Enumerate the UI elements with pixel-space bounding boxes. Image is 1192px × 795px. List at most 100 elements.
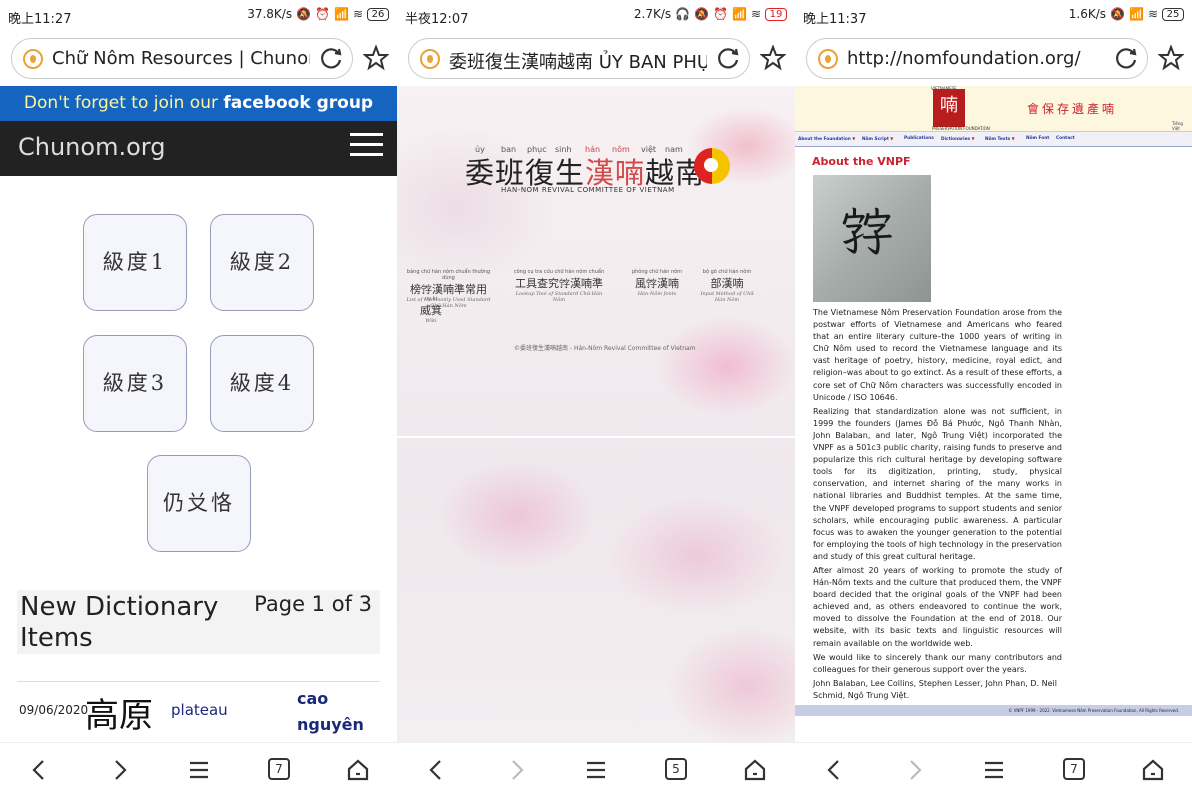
link-input-method[interactable]: bộ gõ chữ hán nôm 部𡓁𡨸漢喃 Input Method of … [695,269,759,303]
link-ruby: bảng chữ hán nôm chuẩn thường dùng [401,269,496,281]
site-nav: About the Foundation Nôm Script Publicat… [795,131,1192,147]
signal-icon: 📶 [732,7,747,21]
facebook-banner[interactable]: Don't forget to join our facebook group [0,86,397,121]
page-footer: ©委班復生漢喃越南 - Hán-Nôm Revival Committee of… [514,343,696,352]
mute-icon: 🔕 [1110,7,1125,21]
site-shield-icon[interactable] [420,49,440,69]
nav-nom-font[interactable]: Nôm Font [1026,136,1049,141]
page-title: About the VNPF [812,155,911,168]
link-han[interactable]: 榜𡨸漢喃準常用 [410,283,487,296]
home-icon[interactable] [742,757,768,783]
site-shield-icon[interactable] [818,49,838,69]
site-footer: © VNPF 1999 - 2022. Vietnamese Nôm Prese… [795,705,1192,716]
tab-count-icon[interactable]: 7 [1063,758,1085,780]
forward-icon[interactable] [106,757,132,783]
language-link[interactable]: Tiếng Việt [1172,121,1192,131]
reload-icon[interactable] [715,46,741,72]
address-bar[interactable]: http://nomfoundation.org/ [806,38,1148,79]
status-bar: 半夜12:07 2.7K/s 🎧 🔕 ⏰ 📶 ≋ 19 [397,0,795,30]
level-2-button[interactable]: 級度2 [210,214,314,311]
wifi-icon: ≋ [1148,7,1158,21]
menu-list-icon[interactable] [186,757,212,783]
bookmark-star-icon[interactable] [1158,45,1184,71]
nav-nom-texts[interactable]: Nôm Texts [985,136,1015,142]
home-icon[interactable] [345,757,371,783]
table-row[interactable]: 09/06/2020 高原 plateau cao nguyên [17,681,380,741]
network-speed: 1.6K/s [1069,7,1106,21]
menu-list-icon[interactable] [981,757,1007,783]
nav-nom-script[interactable]: Nôm Script [862,136,893,142]
battery-icon: 19 [765,8,787,21]
link-ruby: công cụ tra cứu chữ hán nôm chuẩn [509,269,609,275]
address-bar[interactable]: Chữ Nôm Resources | Chunom R [11,38,353,79]
status-time: 半夜12:07 [405,8,468,27]
link-lookup-tool[interactable]: công cụ tra cứu chữ hán nôm chuẩn 工具查究𡨸漢… [509,269,609,303]
link-han[interactable]: 工具查究𡨸漢喃準 [515,277,603,290]
status-time: 晚上11:27 [8,8,71,27]
link-en: Lookup Tool of Standard Chữ Hán Nôm [509,291,609,303]
network-speed: 37.8K/s [247,7,292,21]
link-han[interactable]: 風𡨸漢喃 [635,277,679,290]
alarm-icon: ⏰ [713,7,728,21]
nav-publications[interactable]: Publications [904,136,934,141]
link-han[interactable]: 部𡓁𡨸漢喃 [711,277,744,290]
vnpf-logo[interactable]: 喃 [933,89,965,127]
browser-nav: 7 [0,742,397,795]
menu-list-icon[interactable] [583,757,609,783]
url-text[interactable]: http://nomfoundation.org/ [847,48,1105,69]
level-3-button[interactable]: 級度3 [83,335,187,432]
site-logo[interactable]: Chunom.org [18,133,165,161]
back-icon[interactable] [27,757,53,783]
title-part: 委班復生 [465,156,585,190]
site-header: Chunom.org [0,121,397,176]
url-text[interactable]: Chữ Nôm Resources | Chunom R [52,48,310,69]
link-han[interactable]: 威箕 [420,304,442,317]
bookmark-star-icon[interactable] [363,45,389,71]
section-title: New Dictionary Items [20,592,250,654]
reload-icon[interactable] [318,46,344,72]
other-level-button[interactable]: 仍𠬠恪 [147,455,251,552]
paragraph: Realizing that standardization alone was… [813,406,1062,563]
headphones-icon: 🎧 [675,7,690,21]
link-wiki[interactable]: uy ki 威箕 Wiki [416,296,446,324]
level-1-button[interactable]: 級度1 [83,214,187,311]
browser-nav: 7 [795,742,1192,795]
forward-icon[interactable] [901,757,927,783]
home-icon[interactable] [1140,757,1166,783]
forward-icon[interactable] [503,757,529,783]
image-character: 𡦂 [841,201,893,262]
link-fonts[interactable]: phông chữ hán nôm 風𡨸漢喃 Hán-Nôm fonts [626,269,688,297]
signal-icon: 📶 [1129,7,1144,21]
entry-meaning: plateau [171,701,228,719]
paragraph: After almost 20 years of working to prom… [813,565,1062,650]
tab-count-icon[interactable]: 7 [268,758,290,780]
article-body: The Vietnamese Nôm Preservation Foundati… [813,307,1062,704]
back-icon[interactable] [822,757,848,783]
site-slogan: 會保存遺產喃 [1027,100,1117,117]
site-shield-icon[interactable] [23,49,43,69]
entry-han[interactable]: 高原 [85,688,153,737]
mute-icon: 🔕 [296,7,311,21]
bookmark-star-icon[interactable] [760,45,786,71]
level-4-button[interactable]: 級度4 [210,335,314,432]
divider [397,436,795,438]
nav-dictionaries[interactable]: Dictionaries [941,136,975,142]
battery-icon: 25 [1162,8,1184,21]
facebook-group-link[interactable]: facebook group [223,93,373,113]
copyright: © VNPF 1999 - 2022. Vietnamese Nôm Prese… [1008,708,1179,713]
back-icon[interactable] [424,757,450,783]
address-bar[interactable]: 委班復生漢喃越南 ỦY BAN PHỤC [408,38,750,79]
link-en: Wiki [416,318,446,324]
paragraph: The Vietnamese Nôm Preservation Foundati… [813,307,1062,404]
nav-contact[interactable]: Contact [1056,136,1075,141]
link-ruby: uy ki [416,296,446,302]
url-text[interactable]: 委班復生漢喃越南 ỦY BAN PHỤC [449,48,707,74]
menu-icon[interactable] [350,133,383,159]
nav-about[interactable]: About the Foundation [798,136,855,142]
network-speed: 2.7K/s [634,7,671,21]
tab-count-icon[interactable]: 5 [665,758,687,780]
link-en: Input Method of Chữ Hán Nôm [695,291,759,303]
entry-quoc-ngu[interactable]: cao nguyên [297,686,367,738]
reload-icon[interactable] [1113,46,1139,72]
page-indicator: Page 1 of 3 [254,592,372,616]
